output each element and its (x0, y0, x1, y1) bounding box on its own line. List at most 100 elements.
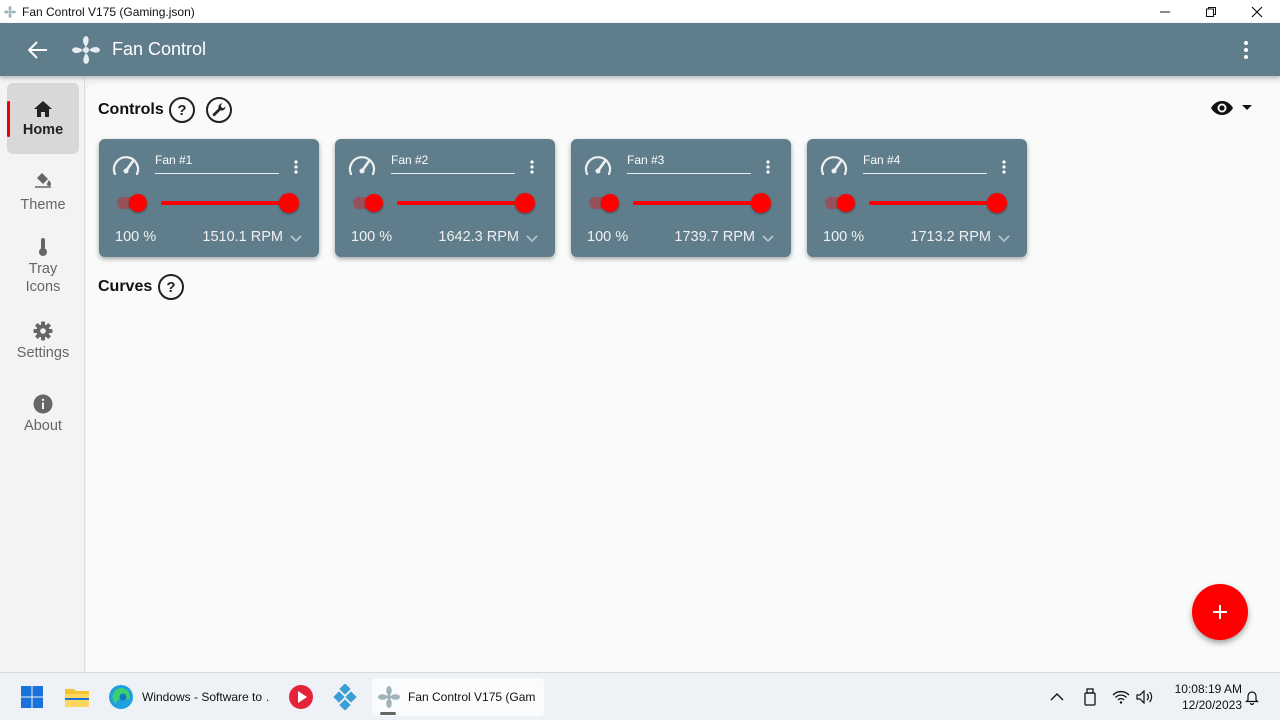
taskbar-app-label: Windows - Software to … (142, 690, 270, 704)
usb-tray-icon[interactable] (1083, 679, 1097, 715)
main-content: Controls ? Fan #1 100 % 1510.1 RPM Fan #… (86, 84, 1280, 672)
show-hidden-icons-button[interactable] (1050, 679, 1064, 715)
chevron-down-icon[interactable] (525, 231, 539, 245)
add-button[interactable] (1192, 584, 1248, 640)
notifications-button[interactable] (1245, 679, 1259, 715)
app-bar: Fan Control (0, 23, 1280, 76)
more-vertical-icon (530, 160, 534, 174)
fan-name-field[interactable]: Fan #4 (863, 153, 987, 174)
sidebar-item-tray-icons[interactable]: Tray Icons (7, 237, 79, 297)
fan-app-icon (4, 5, 16, 18)
controls-help-button[interactable]: ? (169, 97, 195, 123)
fan-card: Fan #4 100 % 1713.2 RPM (807, 139, 1027, 257)
info-icon (33, 394, 53, 414)
fan-percent: 100 % (115, 229, 157, 245)
app-menu-button[interactable] (1234, 30, 1258, 70)
more-vertical-icon (1244, 40, 1248, 59)
fan-name-field[interactable]: Fan #1 (155, 153, 279, 174)
visibility-menu-button[interactable] (1210, 96, 1256, 120)
gear-icon (33, 321, 53, 341)
sidebar-item-label: Tray Icons (25, 261, 61, 295)
fan-name-field[interactable]: Fan #3 (627, 153, 751, 174)
fan-rpm: 1739.7 RPM (674, 229, 755, 245)
slider-thumb[interactable] (515, 193, 535, 213)
fan-name-field[interactable]: Fan #2 (391, 153, 515, 174)
slider-thumb[interactable] (279, 193, 299, 213)
fan-menu-button[interactable] (525, 157, 539, 177)
fan-menu-button[interactable] (761, 157, 775, 177)
curves-title: Curves (98, 278, 153, 295)
app-title: Fan Control (112, 39, 207, 59)
speaker-icon (1136, 690, 1153, 704)
toggle-thumb[interactable] (365, 194, 383, 212)
minimize-button[interactable] (1142, 0, 1188, 23)
fan-rpm: 1510.1 RPM (202, 229, 283, 245)
chevron-down-icon[interactable] (761, 231, 775, 245)
fan-speed-slider[interactable] (161, 201, 289, 205)
sidebar-item-label: Settings (16, 345, 70, 361)
speedometer-icon (112, 156, 140, 176)
slider-thumb[interactable] (751, 193, 771, 213)
sidebar-item-theme[interactable]: Theme (7, 170, 79, 214)
media-player-icon (289, 685, 313, 709)
controls-title: Controls (98, 101, 164, 118)
speedometer-icon (820, 156, 848, 176)
window-titlebar: Fan Control V175 (Gaming.json) (0, 0, 1280, 23)
fan-speed-slider[interactable] (633, 201, 761, 205)
fan-card: Fan #1 100 % 1510.1 RPM (99, 139, 319, 257)
sidebar-item-label: Home (22, 122, 64, 138)
toggle-thumb[interactable] (601, 194, 619, 212)
notification-bell-icon (1245, 691, 1259, 705)
arrow-left-icon (28, 40, 47, 59)
fan-speed-slider[interactable] (869, 201, 997, 205)
fan-rpm: 1713.2 RPM (910, 229, 991, 245)
sidebar-item-label: Theme (20, 197, 66, 213)
close-button[interactable] (1234, 0, 1280, 23)
curves-help-button[interactable]: ? (158, 274, 184, 300)
fan-app-icon (378, 686, 400, 708)
folder-icon (65, 689, 89, 707)
fan-menu-button[interactable] (289, 157, 303, 177)
sidebar: Home Theme Tray Icons Settings About (0, 76, 85, 672)
fan-card: Fan #3 100 % 1739.7 RPM (571, 139, 791, 257)
sidebar-item-settings[interactable]: Settings (7, 321, 79, 363)
taskbar-app-label: Fan Control V175 (Gami (408, 690, 536, 704)
volume-tray-icon[interactable] (1136, 679, 1154, 715)
taskbar-kodi[interactable] (332, 679, 358, 715)
fan-speed-slider[interactable] (397, 201, 525, 205)
fan-menu-button[interactable] (997, 157, 1011, 177)
question-icon: ? (166, 278, 176, 296)
toggle-thumb[interactable] (837, 194, 855, 212)
file-explorer-button[interactable] (64, 679, 90, 715)
kodi-icon (333, 684, 357, 710)
more-vertical-icon (294, 160, 298, 174)
fan-percent: 100 % (351, 229, 393, 245)
toggle-thumb[interactable] (129, 194, 147, 212)
minimize-icon (1160, 11, 1170, 12)
edge-browser-icon (109, 685, 133, 709)
home-icon (34, 101, 52, 117)
clock[interactable]: 10:08:19 AM 12/20/2023 (1162, 681, 1242, 713)
start-button[interactable] (20, 679, 44, 715)
sidebar-item-about[interactable]: About (7, 394, 79, 436)
fan-percent: 100 % (823, 229, 865, 245)
taskbar-app-edge[interactable]: Windows - Software to … (104, 678, 270, 716)
controls-tools-button[interactable] (206, 97, 232, 123)
wifi-icon (1112, 690, 1130, 704)
more-vertical-icon (1002, 160, 1006, 174)
restore-button[interactable] (1188, 0, 1234, 23)
sidebar-item-home[interactable]: Home (7, 83, 79, 154)
thermometer-icon (39, 238, 47, 256)
active-app-indicator (380, 712, 396, 715)
caret-down-icon (1242, 105, 1252, 110)
chevron-down-icon[interactable] (997, 231, 1011, 245)
taskbar-app-fancontrol[interactable]: Fan Control V175 (Gami (372, 678, 544, 716)
back-button[interactable] (15, 27, 61, 73)
slider-thumb[interactable] (987, 193, 1007, 213)
wrench-icon (212, 103, 226, 117)
network-tray-icon[interactable] (1112, 679, 1130, 715)
taskbar-media-player[interactable] (288, 679, 314, 715)
fan-card: Fan #2 100 % 1642.3 RPM (335, 139, 555, 257)
chevron-down-icon[interactable] (289, 231, 303, 245)
more-vertical-icon (766, 160, 770, 174)
